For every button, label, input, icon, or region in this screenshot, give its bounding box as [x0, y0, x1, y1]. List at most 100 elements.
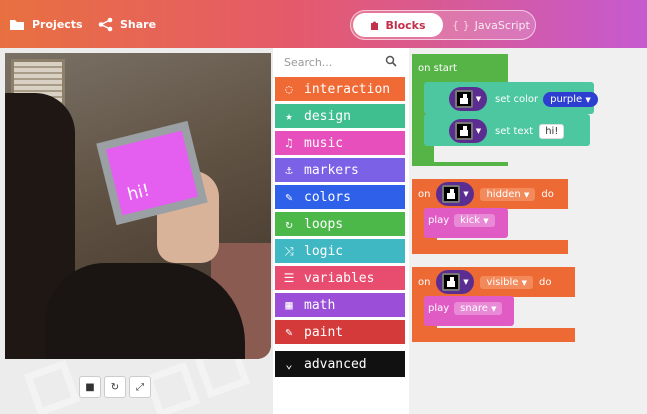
search-placeholder: Search...	[284, 55, 333, 69]
marker-image-dropdown[interactable]: ▼	[436, 182, 475, 206]
background-tile	[23, 359, 81, 414]
toolbox-search-input[interactable]: Search...	[275, 51, 403, 73]
projects-label: Projects	[32, 17, 83, 31]
blocks-workspace[interactable]: on start ▼ set color purple ▼ ▼ set text…	[409, 48, 647, 414]
category-variables[interactable]: ☰ variables	[275, 266, 405, 290]
dropdown-arrow-icon: ▼	[585, 95, 591, 104]
share-icon	[98, 17, 113, 31]
stop-icon: ■	[85, 381, 95, 393]
category-logic[interactable]: ⤨ logic	[275, 239, 405, 263]
camera-feed: hi!	[5, 53, 271, 359]
list-icon: ☰	[283, 271, 295, 285]
sound-dropdown[interactable]: snare ▼	[454, 302, 503, 315]
search-icon	[385, 55, 397, 67]
restart-icon: ↻	[110, 381, 120, 393]
top-menu-bar: Projects Share Blocks { } JavaScript	[0, 0, 647, 48]
on-visible-header: on ▼ visible ▼ do	[418, 270, 551, 294]
shuffle-icon: ⤨	[284, 243, 294, 258]
category-label: interaction	[304, 81, 391, 97]
play-label: play	[428, 215, 450, 226]
music-note-icon: ♫	[285, 136, 293, 150]
state-value: visible	[486, 276, 519, 288]
category-design[interactable]: ★ design	[275, 104, 405, 128]
hidden-state-dropdown[interactable]: hidden ▼	[480, 187, 536, 201]
anchor-icon: ⚓	[285, 163, 293, 177]
stop-button[interactable]: ■	[79, 376, 101, 398]
on-label: on	[418, 188, 431, 200]
on-label: on	[418, 276, 431, 288]
category-interaction[interactable]: ◌ interaction	[275, 77, 405, 101]
on-start-label: on start	[418, 63, 457, 74]
sprite-image-icon	[454, 90, 473, 108]
marker-image-dropdown[interactable]: ▼	[436, 270, 475, 294]
dropdown-arrow-icon: ▼	[521, 278, 528, 287]
folder-icon	[10, 19, 24, 30]
category-math[interactable]: ▦ math	[275, 293, 405, 317]
restart-button[interactable]: ↻	[104, 376, 126, 398]
sound-value: kick	[460, 215, 481, 226]
ar-card-text: hi!	[125, 180, 152, 206]
category-label: math	[304, 297, 336, 313]
category-label: colors	[304, 189, 351, 205]
category-label: paint	[304, 324, 344, 340]
color-value-dropdown[interactable]: purple ▼	[543, 91, 598, 107]
javascript-tab-label: JavaScript	[474, 18, 530, 32]
blocks-tab-label: Blocks	[385, 18, 426, 32]
fullscreen-button[interactable]: ⤢	[129, 376, 151, 398]
simulator-controls: ■ ↻ ⤢	[79, 376, 151, 398]
simulator-panel: hi! ■ ↻ ⤢	[0, 48, 273, 414]
sprite-image-icon	[454, 122, 473, 140]
category-advanced[interactable]: ⌄ advanced	[275, 351, 405, 377]
dropdown-arrow-icon: ▼	[463, 278, 469, 286]
do-label: do	[539, 276, 552, 288]
play-snare-row: play snare ▼	[428, 302, 503, 315]
expand-icon: ⤢	[136, 381, 144, 393]
visible-state-dropdown[interactable]: visible ▼	[480, 275, 534, 289]
category-paint[interactable]: ✎ paint	[275, 320, 405, 344]
share-button[interactable]: Share	[98, 14, 156, 34]
marker-image-icon	[442, 185, 461, 203]
dropdown-arrow-icon: ▼	[463, 190, 469, 198]
loop-icon: ↻	[285, 217, 293, 231]
category-music[interactable]: ♫ music	[275, 131, 405, 155]
play-kick-row: play kick ▼	[428, 214, 495, 227]
dropdown-arrow-icon: ▼	[475, 127, 482, 135]
category-label: advanced	[304, 356, 367, 372]
category-label: markers	[304, 162, 359, 178]
chevron-down-icon: ⌄	[285, 357, 293, 371]
set-text-row: ▼ set text hi!	[449, 119, 565, 143]
text-value-input[interactable]: hi!	[539, 123, 565, 139]
paintbrush-icon: ✎	[285, 325, 293, 339]
category-markers[interactable]: ⚓ markers	[275, 158, 405, 182]
sprite-image-dropdown[interactable]: ▼	[449, 119, 487, 143]
category-label: variables	[304, 270, 375, 286]
category-loops[interactable]: ↻ loops	[275, 212, 405, 236]
javascript-tab[interactable]: { } JavaScript	[447, 13, 535, 37]
sound-value: snare	[460, 303, 488, 314]
marker-image-icon	[442, 273, 461, 291]
background-tile	[143, 361, 201, 414]
share-label: Share	[120, 17, 157, 31]
dropdown-arrow-icon: ▼	[491, 305, 497, 313]
projects-button[interactable]: Projects	[9, 14, 83, 34]
star-icon: ★	[285, 109, 293, 123]
dropdown-arrow-icon: ▼	[475, 95, 482, 103]
category-label: logic	[304, 243, 344, 259]
code-braces-icon: { }	[452, 18, 470, 32]
category-label: music	[304, 135, 344, 151]
state-value: hidden	[486, 188, 521, 200]
category-colors[interactable]: ✎ colors	[275, 185, 405, 209]
editor-mode-toggle: Blocks { } JavaScript	[350, 10, 536, 40]
puzzle-icon	[371, 21, 379, 30]
set-text-label: set text	[495, 125, 534, 137]
block-toolbox: Search... ◌ interaction ★ design ♫ music ⚓ mark…	[273, 48, 409, 414]
category-label: loops	[304, 216, 344, 232]
calculator-icon: ▦	[285, 298, 293, 312]
dropdown-arrow-icon: ▼	[483, 217, 489, 225]
blocks-tab[interactable]: Blocks	[353, 13, 443, 37]
sprite-image-dropdown[interactable]: ▼	[449, 87, 487, 111]
set-color-row: ▼ set color purple ▼	[449, 87, 598, 111]
dotted-circle-icon: ◌	[285, 82, 293, 96]
sound-dropdown[interactable]: kick ▼	[454, 214, 495, 227]
category-label: design	[304, 108, 351, 124]
